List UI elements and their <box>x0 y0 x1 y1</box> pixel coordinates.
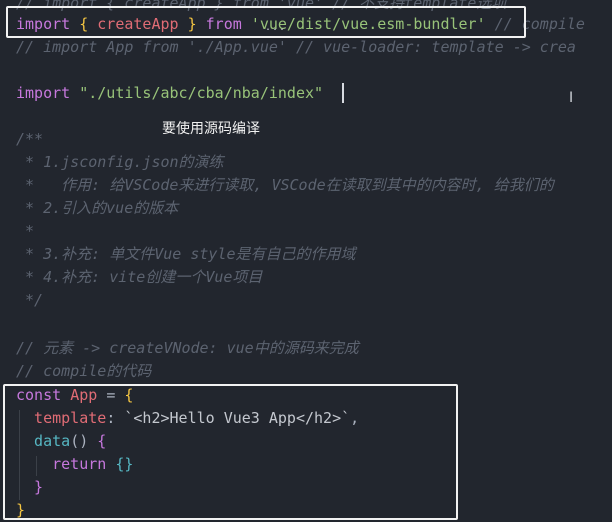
code-token: // import App from './App.vue' // vue-lo… <box>16 38 576 56</box>
code-token: // compile <box>485 15 585 33</box>
code-line[interactable]: // import { createApp } from 'vue' // 不支… <box>16 0 506 14</box>
code-token: } <box>16 501 26 519</box>
code-token: template <box>16 409 107 427</box>
code-token: : <box>106 409 125 427</box>
code-token: "./utils/abc/cba/nba/index" <box>79 84 324 102</box>
code-line[interactable]: } <box>16 499 25 521</box>
code-line[interactable]: * <box>16 220 43 242</box>
code-line[interactable]: // compile的代码 <box>16 360 151 382</box>
code-line[interactable]: * 1.jsconfig.json的演练 <box>16 151 224 173</box>
code-line[interactable]: // 元素 -> createVNode: vue中的源码来完成 <box>16 337 359 359</box>
code-token: import <box>16 84 80 102</box>
code-token: App <box>70 386 107 404</box>
text-cursor <box>342 83 344 103</box>
code-line[interactable]: * 4.补充: vite创建一个Vue项目 <box>16 266 262 288</box>
code-token: () <box>70 432 98 450</box>
indent-guide <box>19 410 20 500</box>
code-line[interactable]: data() { <box>16 430 106 452</box>
code-token: // 元素 -> createVNode: vue中的源码来完成 <box>16 339 359 357</box>
code-token: } <box>16 478 44 496</box>
code-token: * 2.引入的vue的版本 <box>16 199 179 217</box>
code-token: // import { createApp } from 'vue' // 不支… <box>16 0 507 12</box>
code-line[interactable]: // import App from './App.vue' // vue-lo… <box>16 36 576 58</box>
code-token: import <box>16 15 80 33</box>
code-token: } <box>178 15 206 33</box>
code-token: * 3.补充: 单文件Vue style是有自己的作用域 <box>16 245 356 263</box>
code-line[interactable]: const App = { <box>16 384 133 406</box>
code-token: from <box>205 15 251 33</box>
code-token: * <box>16 222 44 240</box>
code-line[interactable]: import "./utils/abc/cba/nba/index" <box>16 82 323 104</box>
code-token: return <box>16 455 116 473</box>
annotation-caption: 要使用源码编译 <box>162 121 260 137</box>
indent-guide <box>36 456 37 476</box>
code-token: data <box>16 432 71 450</box>
code-token: /** <box>16 130 44 148</box>
code-token: { <box>124 386 134 404</box>
code-line[interactable]: */ <box>16 289 43 311</box>
code-token: , <box>350 409 360 427</box>
code-line[interactable]: return {} <box>16 453 133 475</box>
code-token: */ <box>16 291 44 309</box>
code-token: = <box>106 386 125 404</box>
code-token: * 1.jsconfig.json的演练 <box>16 153 224 171</box>
code-line[interactable]: template: `<h2>Hello Vue3 App</h2>`, <box>16 407 359 429</box>
code-line[interactable]: } <box>16 476 43 498</box>
code-token: `<h2>Hello Vue3 App</h2>` <box>124 409 351 427</box>
code-line[interactable]: * 2.引入的vue的版本 <box>16 197 178 219</box>
code-line[interactable]: * 作用: 给VSCode来进行读取, VSCode在读取到其中的内容时, 给我… <box>16 174 554 196</box>
code-token: * 4.补充: vite创建一个Vue项目 <box>16 268 263 286</box>
code-token: { <box>97 432 107 450</box>
code-line[interactable]: import { createApp } from 'vue/dist/vue.… <box>16 13 585 35</box>
code-line[interactable]: * 3.补充: 单文件Vue style是有自己的作用域 <box>16 243 356 265</box>
code-token: * 作用: 给VSCode来进行读取, VSCode在读取到其中的内容时, 给我… <box>16 176 554 194</box>
hover-ellipsis: ... <box>265 22 287 33</box>
code-token: createApp <box>97 15 179 33</box>
code-token: // compile的代码 <box>16 362 152 380</box>
code-token: const <box>16 386 71 404</box>
code-token: {} <box>115 455 134 473</box>
code-line[interactable]: /** <box>16 128 43 150</box>
ibeam-cursor-icon: I <box>569 90 574 106</box>
code-editor[interactable]: // import { createApp } from 'vue' // 不支… <box>0 0 612 522</box>
code-token: { <box>79 15 98 33</box>
